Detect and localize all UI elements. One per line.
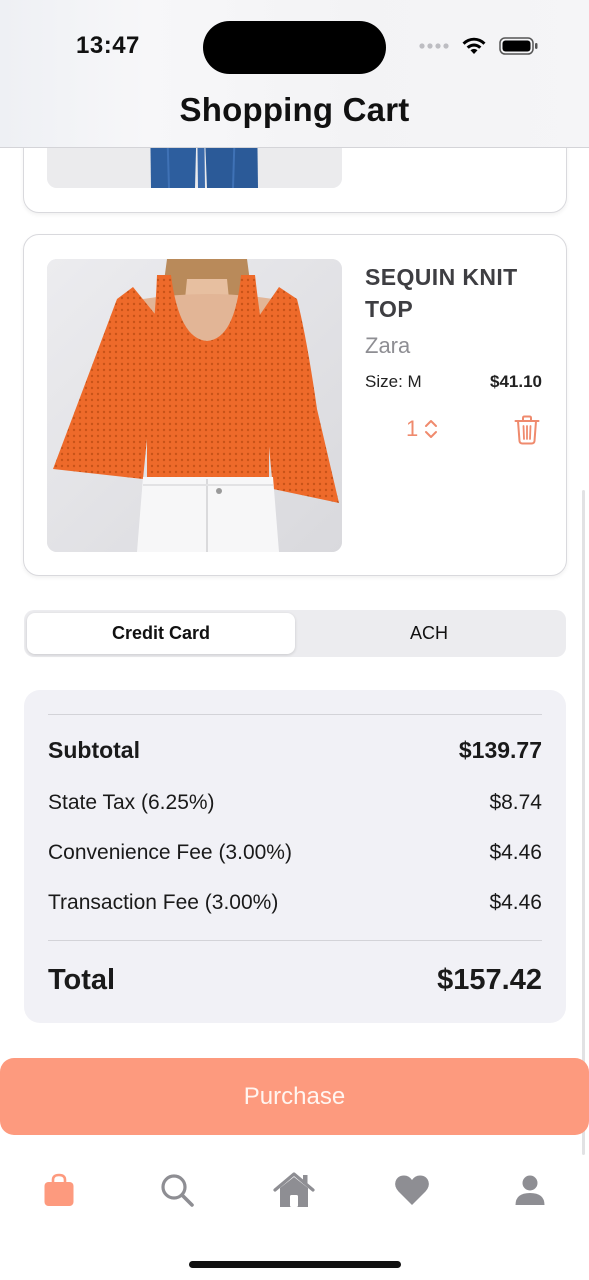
transaction-fee-value: $4.46 (489, 891, 542, 914)
payment-method-selector: Credit Card ACH (24, 610, 566, 657)
divider (48, 940, 542, 941)
person-icon (515, 1175, 545, 1205)
transaction-fee-row: Transaction Fee (3.00%) $4.46 (48, 891, 542, 915)
purchase-button[interactable]: Purchase (0, 1058, 589, 1135)
tab-home[interactable] (264, 1165, 324, 1215)
product-price: $41.10 (490, 372, 542, 391)
subtotal-label: Subtotal (48, 737, 140, 763)
shopping-bag-icon (44, 1173, 74, 1206)
battery-icon (499, 37, 538, 55)
scroll-indicator[interactable] (582, 490, 585, 1155)
search-icon (161, 1174, 194, 1207)
total-label: Total (48, 964, 116, 996)
total-row: Total $157.42 (48, 964, 542, 997)
navigation-bar: 13:47 Shopping Cart (0, 0, 589, 148)
dynamic-island (203, 21, 386, 74)
quantity-value: 1 (406, 416, 419, 441)
tab-bar (0, 1160, 589, 1220)
tab-profile[interactable] (500, 1165, 560, 1215)
page-title: Shopping Cart (179, 91, 410, 128)
chevron-up-down-icon (425, 420, 438, 438)
state-tax-label: State Tax (6.25%) (48, 791, 215, 814)
home-icon (273, 1172, 316, 1207)
tab-favorites[interactable] (382, 1165, 442, 1215)
state-tax-value: $8.74 (489, 791, 542, 814)
convenience-fee-label: Convenience Fee (3.00%) (48, 841, 292, 864)
product-image[interactable] (47, 259, 342, 552)
status-icons (419, 36, 539, 56)
product-brand: Zara (365, 333, 411, 358)
tab-cart[interactable] (29, 1165, 89, 1215)
total-value: $157.42 (437, 964, 542, 996)
trash-icon (514, 415, 540, 445)
payment-option-credit-card[interactable]: Credit Card (27, 613, 295, 654)
status-time: 13:47 (76, 32, 140, 59)
divider (48, 714, 542, 715)
quantity-stepper[interactable]: 1 (406, 416, 438, 442)
subtotal-value: $139.77 (458, 737, 542, 763)
cellular-signal-icon (419, 43, 449, 49)
delete-item-button[interactable] (514, 415, 540, 450)
transaction-fee-label: Transaction Fee (3.00%) (48, 891, 279, 914)
state-tax-row: State Tax (6.25%) $8.74 (48, 791, 542, 815)
home-indicator (189, 1261, 401, 1268)
cart-item-card: SEQUIN KNIT TOP Zara Size: M $41.10 1 (23, 234, 567, 576)
payment-option-ach[interactable]: ACH (295, 613, 563, 654)
convenience-fee-row: Convenience Fee (3.00%) $4.46 (48, 841, 542, 865)
convenience-fee-value: $4.46 (489, 841, 542, 864)
product-size: Size: M (365, 372, 422, 391)
tab-search[interactable] (147, 1165, 207, 1215)
wifi-icon (462, 37, 486, 54)
orange-knit-top-image (47, 259, 342, 552)
product-name: SEQUIN KNIT TOP (365, 264, 518, 322)
subtotal-row: Subtotal $139.77 (48, 737, 542, 764)
heart-icon (395, 1175, 430, 1205)
order-summary: Subtotal $139.77 State Tax (6.25%) $8.74… (24, 690, 566, 1023)
